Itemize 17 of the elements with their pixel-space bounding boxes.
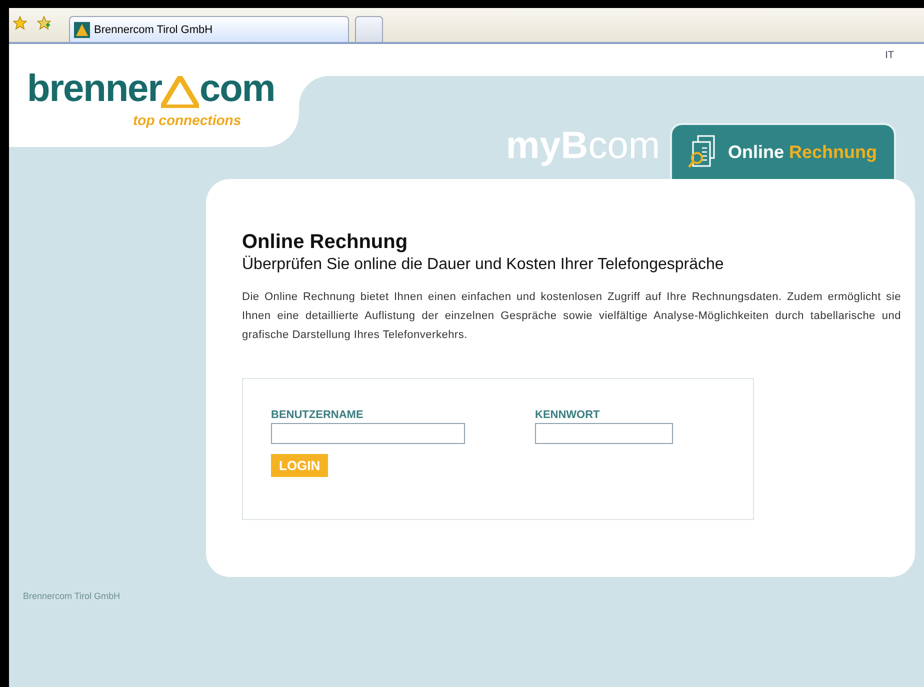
star-icon[interactable] [13,16,27,30]
star-plus-icon[interactable] [37,16,51,30]
password-field[interactable] [535,423,673,444]
username-field[interactable] [271,423,465,444]
logo-tagline: top connections [133,112,242,128]
browser-tab[interactable] [355,16,383,42]
footer-text: Brennercom Tirol GmbH [23,591,122,601]
triangle-icon [74,22,90,38]
field-label: BENUTZERNAME [271,409,364,421]
brand-logo: brenner com [27,70,276,108]
page-subtitle: Überprüfen Sie online die Dauer und Kosten Ihrer Telefongespräche [242,256,725,274]
page-title: Online Rechnung [242,231,409,254]
section-tab[interactable]: Online Rechnung [670,123,896,179]
browser-tab[interactable]: Brennercom Tirol GmbH [69,16,349,42]
field-label: KENNWORT [535,409,601,421]
language-link[interactable]: IT [885,50,894,62]
description-text: Die Online Rechnung bietet Ihnen einen einfachen und kostenlosen Zugriff auf Ihre Rechnungsdaten. Zudem ermöglicht sie Ihnen eine detaillierte Auflistung der einzelnen Gespräche sowie vielfältige Analyse-Möglichkeiten durch tabellarische und grafische Darstellung Ihres Telefonverkehrs. [242,290,901,343]
